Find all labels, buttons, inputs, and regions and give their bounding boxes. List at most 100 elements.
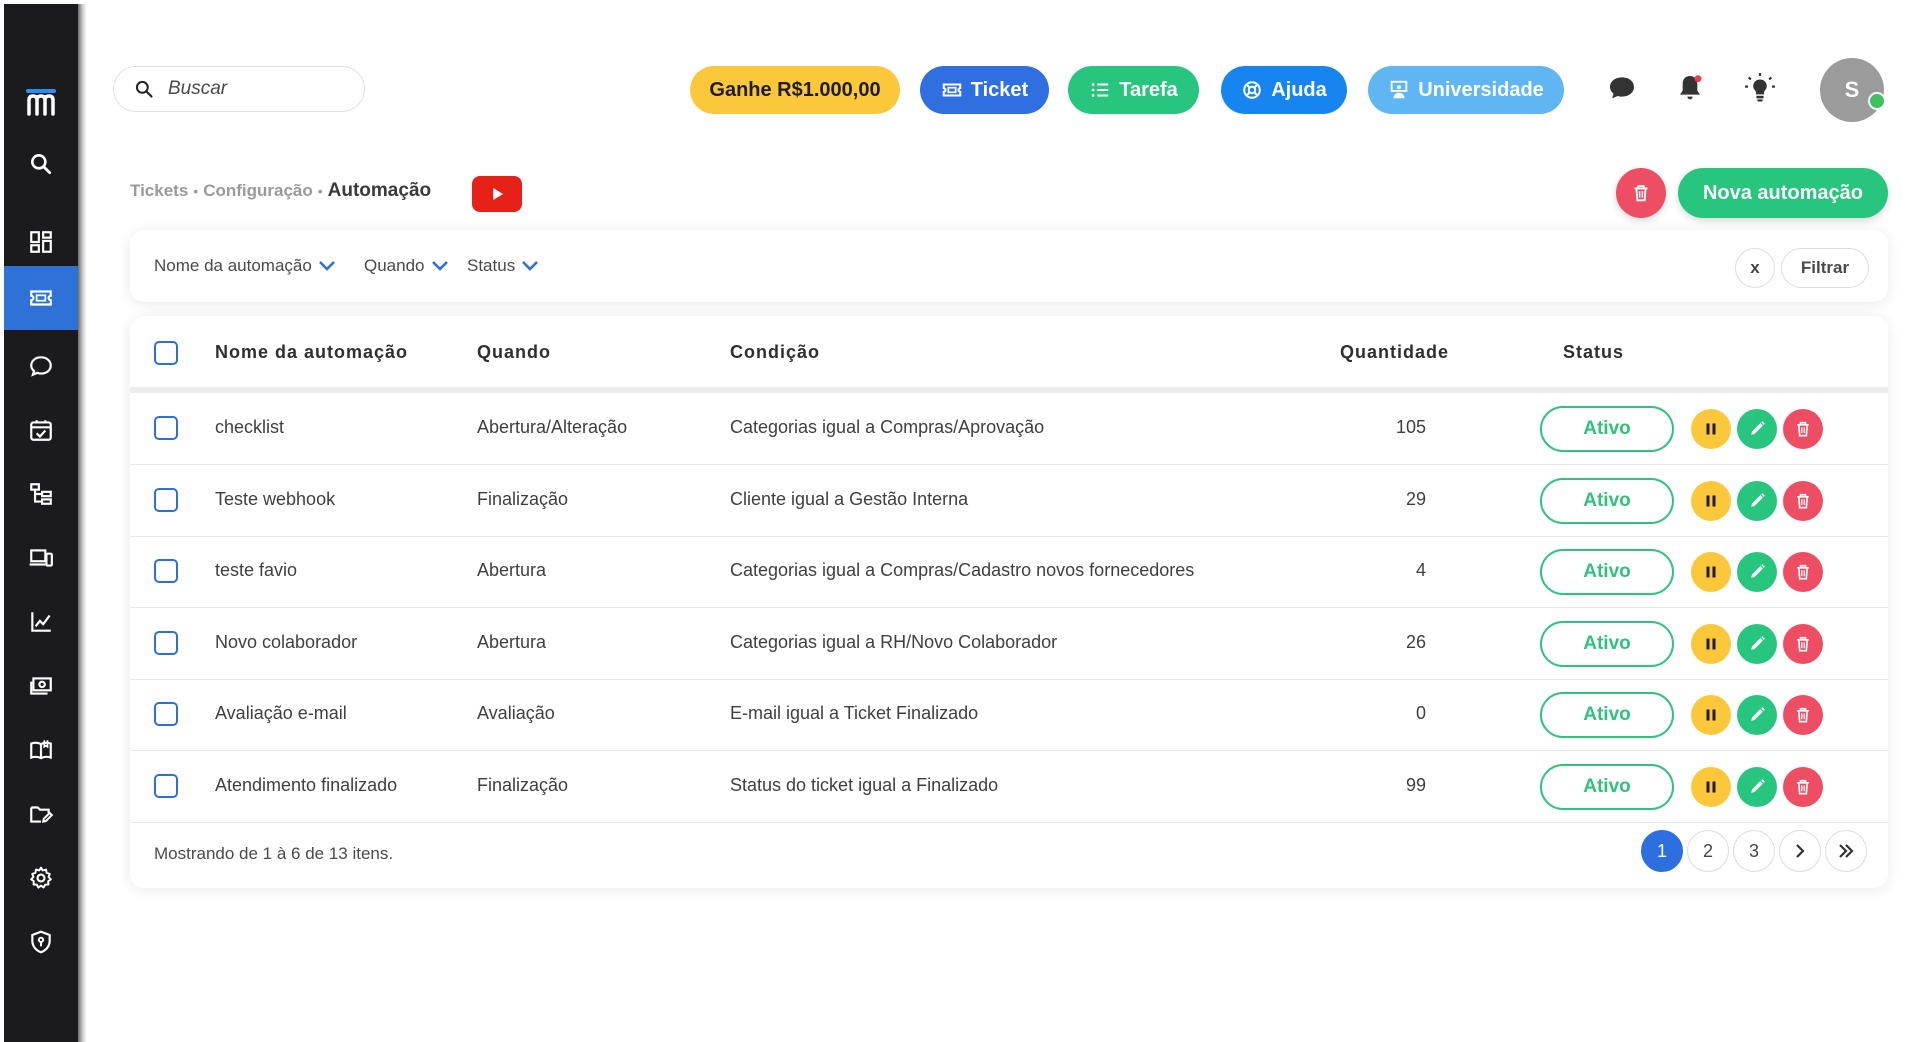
- edit-button[interactable]: [1737, 695, 1777, 735]
- sidebar-item-dashboard[interactable]: [4, 210, 78, 274]
- sidebar-item-tasks[interactable]: [4, 398, 78, 462]
- pause-button[interactable]: [1691, 409, 1731, 449]
- org-tree-icon: [30, 483, 52, 505]
- pause-button[interactable]: [1691, 623, 1731, 664]
- row-checkbox[interactable]: [154, 773, 178, 798]
- pause-button[interactable]: [1691, 766, 1731, 807]
- row-checkbox[interactable]: [154, 559, 178, 583]
- search-input[interactable]: [166, 77, 340, 101]
- table-row: Avaliação e-mail Avaliação E-mail igual …: [130, 679, 1888, 751]
- next-page-button[interactable]: [1779, 830, 1821, 872]
- automation-when: Abertura: [477, 560, 547, 580]
- automation-quantity: 105: [1395, 417, 1426, 437]
- status-badge[interactable]: Ativo: [1540, 692, 1674, 738]
- column-header-when[interactable]: Quando: [477, 342, 551, 363]
- status-badge[interactable]: Ativo: [1540, 477, 1674, 524]
- chevron-down-icon: [318, 261, 335, 271]
- pause-icon: [1706, 495, 1716, 506]
- row-checkbox[interactable]: [154, 630, 178, 655]
- ajuda-button[interactable]: Ajuda: [1221, 66, 1347, 114]
- sidebar-item-knowledge[interactable]: [4, 718, 78, 782]
- universidade-button[interactable]: Universidade: [1368, 66, 1564, 114]
- apply-filter-label: Filtrar: [1800, 258, 1850, 277]
- app-logo[interactable]: [4, 82, 78, 122]
- edit-button[interactable]: [1737, 766, 1777, 807]
- last-page-button[interactable]: [1825, 830, 1867, 872]
- tarefa-button[interactable]: Tarefa: [1068, 66, 1199, 114]
- pencil-icon: [1751, 778, 1765, 793]
- status-badge[interactable]: Ativo: [1540, 763, 1674, 810]
- status-badge[interactable]: Ativo: [1540, 406, 1674, 452]
- pause-button[interactable]: [1691, 695, 1731, 735]
- delete-button[interactable]: [1783, 695, 1823, 735]
- column-header-condition[interactable]: Condição: [730, 342, 820, 363]
- pagination-summary: Mostrando de 1 à 6 de 13 itens.: [154, 844, 394, 863]
- sidebar-item-search[interactable]: [4, 132, 78, 196]
- delete-button[interactable]: [1783, 766, 1823, 807]
- automation-condition: Categorias igual a RH/Novo Colaborador: [730, 631, 1058, 652]
- sidebar-item-finance[interactable]: [4, 654, 78, 718]
- page-3-button[interactable]: 3: [1733, 830, 1775, 872]
- delete-button[interactable]: [1783, 552, 1823, 592]
- sidebar-item-chat[interactable]: [4, 334, 78, 398]
- sidebar-item-devices[interactable]: [4, 526, 78, 590]
- notifications-button[interactable]: [1672, 70, 1708, 106]
- delete-button[interactable]: [1783, 480, 1823, 521]
- automation-name: Novo colaborador: [215, 631, 358, 652]
- edit-button[interactable]: [1737, 480, 1777, 521]
- apply-filter-button[interactable]: Filtrar: [1781, 248, 1869, 288]
- column-header-quantity[interactable]: Quantidade: [1340, 342, 1449, 363]
- pause-button[interactable]: [1691, 480, 1731, 521]
- delete-button[interactable]: [1783, 409, 1823, 449]
- search-box[interactable]: [113, 66, 365, 112]
- sidebar-item-tickets[interactable]: [4, 266, 78, 330]
- edit-button[interactable]: [1737, 552, 1777, 592]
- page-number: 2: [1702, 840, 1713, 861]
- sidebar-item-files[interactable]: [4, 782, 78, 846]
- folder-edit-icon: [30, 806, 54, 823]
- ticket-icon: [942, 83, 962, 97]
- delete-button[interactable]: [1783, 623, 1823, 664]
- page-2-button[interactable]: 2: [1687, 830, 1729, 872]
- video-tutorial-button[interactable]: [472, 176, 522, 212]
- filter-status-dropdown[interactable]: Status: [467, 256, 540, 276]
- automation-condition: E-mail igual a Ticket Finalizado: [730, 703, 979, 723]
- new-automation-button[interactable]: Nova automação: [1678, 168, 1888, 218]
- status-label: Ativo: [1583, 418, 1631, 439]
- breadcrumb-separator: •: [193, 183, 199, 199]
- sidebar-item-security[interactable]: [4, 910, 78, 974]
- avatar[interactable]: S: [1820, 58, 1884, 122]
- status-badge[interactable]: Ativo: [1540, 549, 1674, 595]
- sidebar-item-reports[interactable]: [4, 590, 78, 654]
- select-all-checkbox[interactable]: [154, 341, 178, 365]
- sidebar-item-settings[interactable]: [4, 846, 78, 910]
- column-header-name[interactable]: Nome da automação: [215, 342, 408, 363]
- delete-selected-button[interactable]: [1616, 168, 1666, 218]
- trash-icon: [1797, 779, 1809, 794]
- row-checkbox[interactable]: [154, 702, 178, 726]
- edit-button[interactable]: [1737, 623, 1777, 664]
- ticket-button[interactable]: Ticket: [920, 66, 1049, 114]
- status-badge[interactable]: Ativo: [1540, 620, 1674, 667]
- column-header-status[interactable]: Status: [1563, 342, 1624, 363]
- row-checkbox[interactable]: [154, 487, 178, 512]
- search-icon: [135, 80, 153, 98]
- online-status-indicator: [1868, 92, 1886, 110]
- table-row: checklist Abertura/Alteração Categorias …: [130, 393, 1888, 465]
- filter-when-dropdown[interactable]: Quando: [364, 256, 450, 276]
- messages-button[interactable]: [1604, 70, 1640, 106]
- tips-button[interactable]: [1742, 70, 1778, 106]
- avatar-initial: S: [1844, 77, 1860, 102]
- page-1-button[interactable]: 1: [1641, 830, 1683, 872]
- edit-button[interactable]: [1737, 409, 1777, 449]
- book-icon: [30, 740, 52, 760]
- breadcrumb-item-config[interactable]: Configuração: [203, 181, 313, 201]
- filter-name-dropdown[interactable]: Nome da automação: [154, 256, 337, 276]
- clear-filters-button[interactable]: x: [1735, 248, 1775, 288]
- row-checkbox[interactable]: [154, 416, 178, 440]
- earn-reward-button[interactable]: Ganhe R$1.000,00: [690, 66, 900, 114]
- breadcrumb-item-tickets[interactable]: Tickets: [130, 181, 188, 201]
- automation-name: Atendimento finalizado: [215, 774, 398, 795]
- sidebar-item-structure[interactable]: [4, 462, 78, 526]
- pause-button[interactable]: [1691, 552, 1731, 592]
